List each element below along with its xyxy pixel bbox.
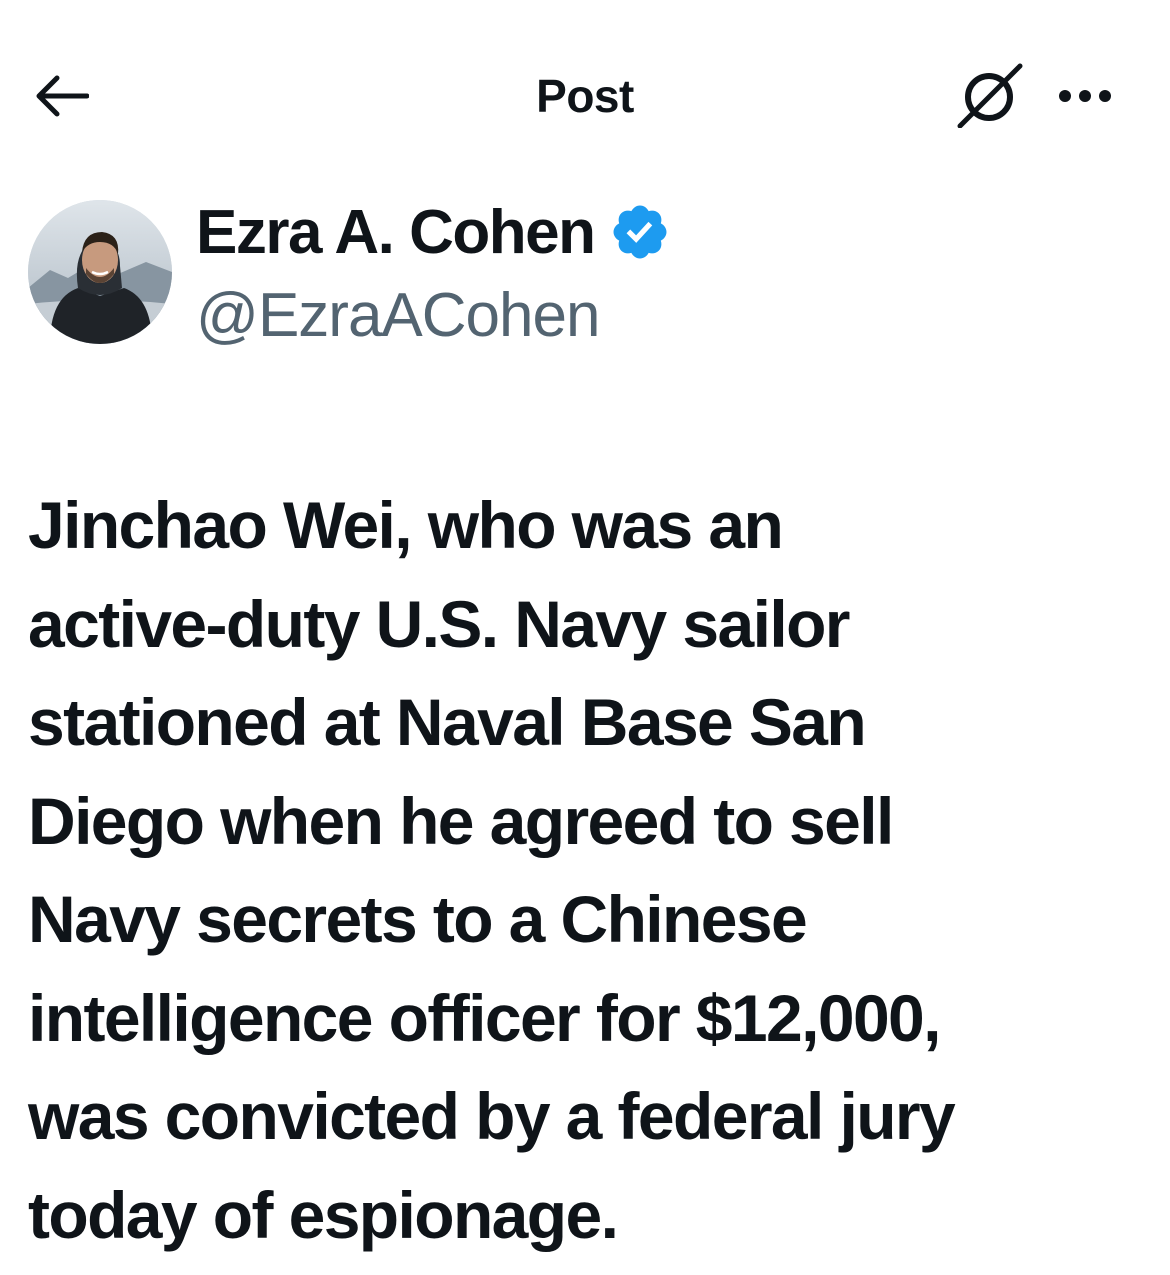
- post-text-line: today of espionage.: [28, 1177, 619, 1252]
- author-handle[interactable]: @EzraACohen: [196, 280, 600, 352]
- grok-button[interactable]: [950, 58, 1030, 132]
- post-text-line: stationed at Naval Base San: [28, 685, 867, 759]
- more-options-button[interactable]: [1050, 66, 1120, 126]
- post-text-line: Navy secrets to a Chinese: [28, 882, 808, 956]
- post-page: Post Ezra A. Cohen @EzraACohen Jinchao W…: [0, 0, 1170, 1275]
- post-text-line: active-duty U.S. Navy sailor: [28, 586, 850, 661]
- post-text: Jinchao Wei, who was an active-duty U.S.…: [28, 476, 1158, 1264]
- top-bar: Post: [0, 0, 1170, 190]
- author-name-row[interactable]: Ezra A. Cohen: [196, 196, 671, 268]
- post-text-line: Jinchao Wei, who was an: [28, 488, 784, 562]
- author-name: Ezra A. Cohen: [196, 197, 596, 267]
- verified-badge-icon: [609, 201, 671, 263]
- post-text-line: was convicted by a federal jury: [28, 1079, 956, 1153]
- profile-photo: [28, 200, 172, 344]
- post-text-line: intelligence officer for $12,000,: [28, 980, 942, 1055]
- more-horizontal-icon: [1059, 90, 1111, 102]
- avatar[interactable]: [28, 200, 172, 344]
- post-text-line: Diego when he agreed to sell: [28, 783, 894, 858]
- grok-icon: [957, 63, 1023, 128]
